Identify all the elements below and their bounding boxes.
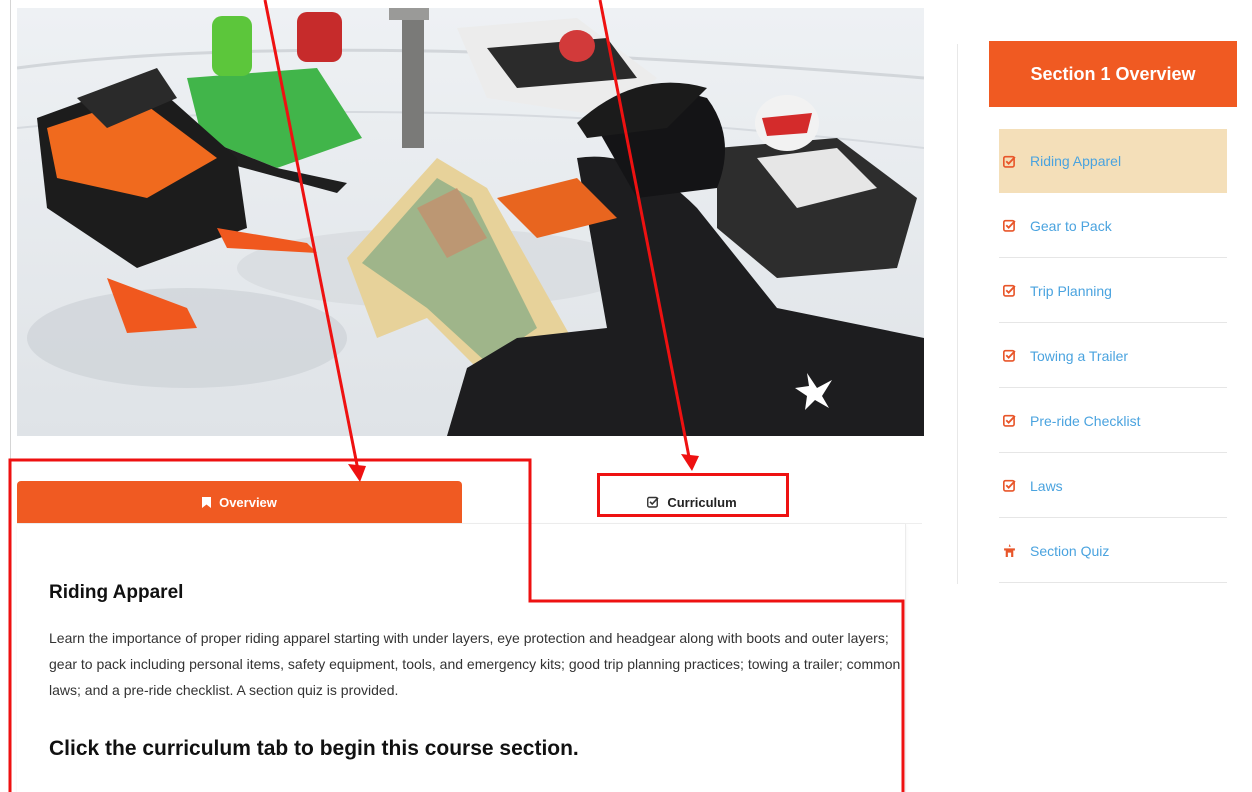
quiz-icon xyxy=(1004,544,1015,557)
checkbox-icon xyxy=(1003,284,1016,297)
content-cta: Click the curriculum tab to begin this c… xyxy=(49,737,579,760)
sidebar-item-label: Towing a Trailer xyxy=(1030,347,1129,364)
sidebar-item-label: Gear to Pack xyxy=(1030,217,1112,234)
sidebar-item-section-quiz[interactable]: Section Quiz xyxy=(999,519,1227,583)
sidebar-item-label: Section Quiz xyxy=(1030,542,1110,559)
hero-image xyxy=(17,8,924,436)
arrowhead-curriculum xyxy=(681,454,699,471)
content-title: Riding Apparel xyxy=(49,582,184,603)
sidebar-item-label: Laws xyxy=(1030,477,1063,494)
content-description: Learn the importance of proper riding ap… xyxy=(49,630,901,698)
checkbox-icon xyxy=(1003,414,1016,427)
checkbox-icon xyxy=(1003,479,1016,492)
checkbox-icon xyxy=(1003,219,1016,232)
annotation-box-curriculum xyxy=(597,473,789,517)
bookmark-icon xyxy=(202,496,212,508)
sidebar-item-label: Riding Apparel xyxy=(1030,153,1122,169)
sidebar-item-label: Pre-ride Checklist xyxy=(1030,412,1141,429)
tab-overview-label: Overview xyxy=(219,494,277,510)
sidebar-divider xyxy=(957,44,958,584)
checkbox-icon xyxy=(1003,155,1016,168)
sidebar-item-riding-apparel[interactable]: Riding Apparel xyxy=(999,129,1227,193)
sidebar-item-towing-a-trailer[interactable]: Towing a Trailer xyxy=(999,324,1227,388)
sidebar-item-trip-planning[interactable]: Trip Planning xyxy=(999,259,1227,323)
sidebar-item-gear-to-pack[interactable]: Gear to Pack xyxy=(999,194,1227,258)
arrowhead-overview xyxy=(348,464,366,482)
lesson-list: Riding Apparel Gear to Pack Trip Plannin… xyxy=(999,129,1227,584)
checkbox-icon xyxy=(1003,349,1016,362)
section-header: Section 1 Overview xyxy=(989,41,1237,107)
sidebar-item-laws[interactable]: Laws xyxy=(999,454,1227,518)
tab-overview[interactable]: Overview xyxy=(17,481,462,523)
left-border xyxy=(10,0,11,460)
sidebar-item-label: Trip Planning xyxy=(1030,282,1112,299)
sidebar-item-pre-ride-checklist[interactable]: Pre-ride Checklist xyxy=(999,389,1227,453)
